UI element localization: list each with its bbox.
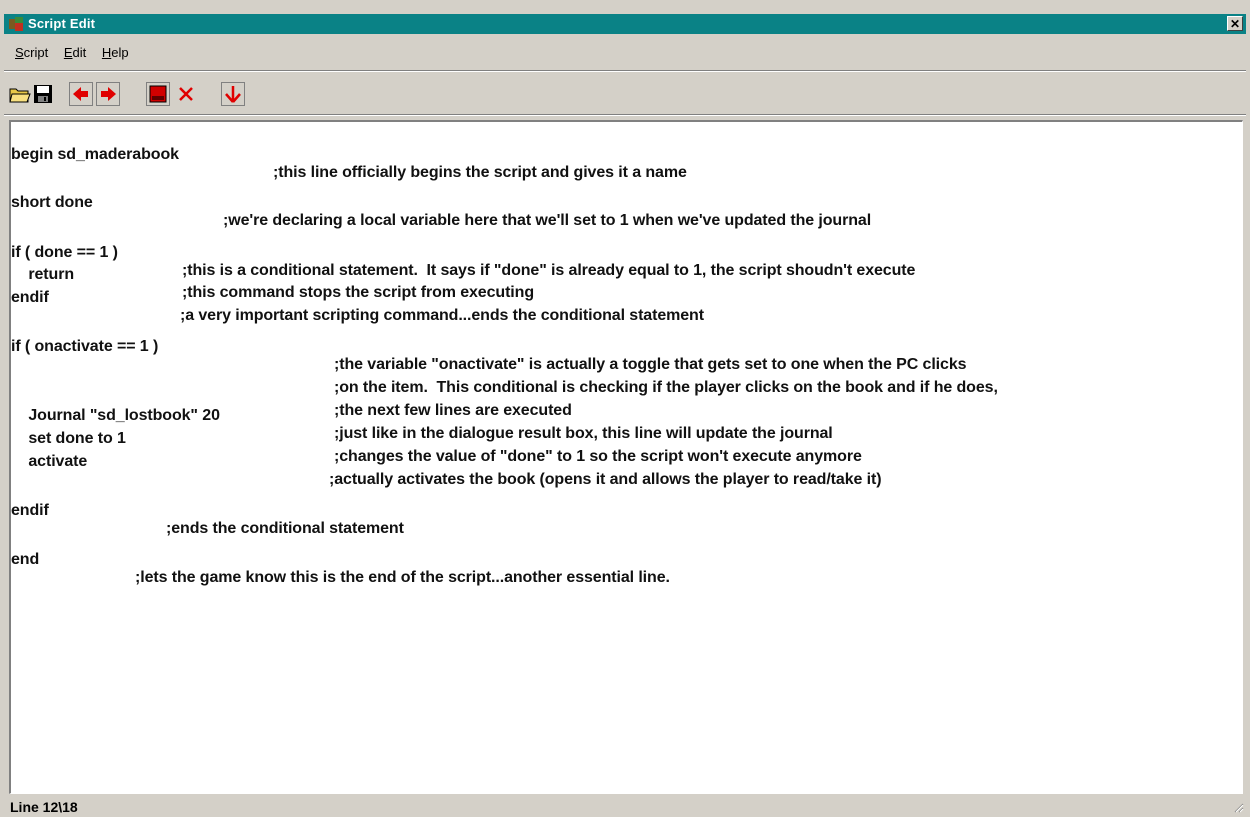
code-comment: ;on the item. This conditional is checki… [334, 379, 998, 396]
toolbar-separator [4, 114, 1246, 116]
code-command: endif [11, 502, 49, 519]
code-command: endif [11, 289, 49, 306]
code-comment: ;the next few lines are executed [334, 402, 572, 419]
code-command: begin sd_maderabook [11, 146, 179, 163]
code-comment: ;ends the conditional statement [166, 520, 404, 537]
code-line: end ;lets the game know this is the end … [11, 533, 670, 605]
script-editor[interactable]: begin sd_maderabook ;this line officiall… [9, 120, 1243, 794]
code-command: short done [11, 194, 93, 211]
menu-help[interactable]: Help [102, 45, 129, 60]
line-position-status: Line 12\18 [10, 799, 78, 815]
close-icon: ✕ [1229, 17, 1241, 31]
app-icon [9, 17, 23, 31]
menu-bar: Script Edit Help [4, 45, 132, 65]
title-bar[interactable]: Script Edit ✕ [4, 14, 1246, 34]
code-comment: ;this command stops the script from exec… [182, 284, 535, 301]
code-comment: ;the variable "onactivate" is actually a… [334, 356, 967, 373]
window-title: Script Edit [28, 16, 96, 31]
menu-edit[interactable]: Edit [64, 45, 86, 60]
script-edit-window: Script Edit ✕ Script Edit Help begin sd_… [0, 0, 1250, 817]
menu-separator [4, 70, 1246, 72]
code-comment: ;this is a conditional statement. It say… [182, 262, 916, 279]
arrow-right-icon[interactable] [96, 82, 120, 106]
code-comment: ;actually activates the book (opens it a… [329, 471, 882, 488]
save-disk-icon[interactable] [31, 82, 55, 106]
code-comment: ;just like in the dialogue result box, t… [334, 425, 833, 442]
code-comment: ;a very important scripting command...en… [180, 307, 704, 324]
delete-x-icon[interactable] [174, 82, 198, 106]
menu-script[interactable]: Script [15, 45, 48, 60]
code-command: activate [11, 453, 88, 470]
open-folder-icon[interactable] [8, 82, 32, 106]
code-command: end [11, 551, 40, 568]
code-comment: ;lets the game know this is the end of t… [135, 569, 670, 586]
arrow-left-icon[interactable] [69, 82, 93, 106]
arrow-down-icon[interactable] [221, 82, 245, 106]
status-bar: Line 12\18 [4, 797, 1246, 815]
resize-grip-icon[interactable] [1232, 801, 1244, 813]
code-comment: ;changes the value of "done" to 1 so the… [334, 448, 862, 465]
code-command: Journal "sd_lostbook" 20 [11, 407, 220, 424]
close-button[interactable]: ✕ [1227, 16, 1243, 31]
code-comment: ;we're declaring a local variable here t… [223, 212, 872, 229]
code-comment: ;this line officially begins the script … [273, 164, 687, 181]
record-icon[interactable] [146, 82, 170, 106]
